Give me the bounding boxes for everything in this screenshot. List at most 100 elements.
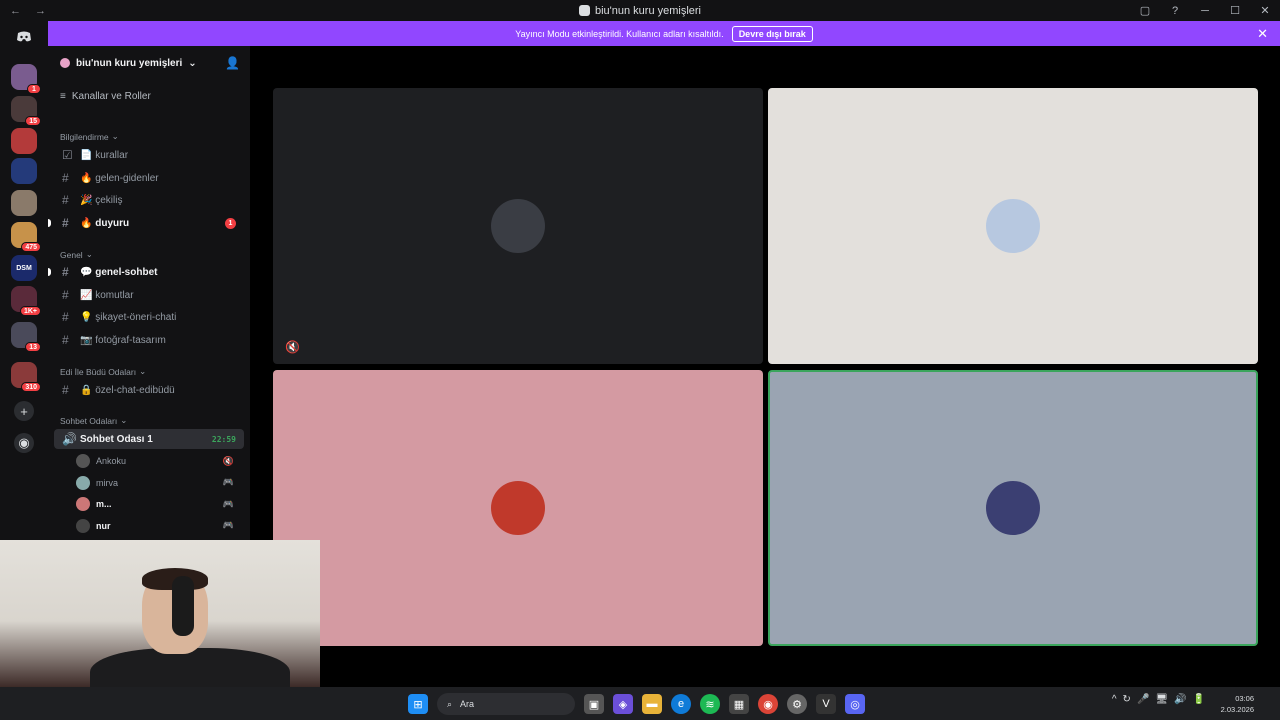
chevron-down-icon: ⌄ bbox=[188, 57, 197, 69]
server-icon[interactable]: DSM bbox=[11, 255, 37, 281]
channel-sikayet[interactable]: # 💡 şikayet-öneri-chati bbox=[54, 307, 244, 327]
forward-arrow-icon[interactable]: → bbox=[35, 5, 46, 17]
sync-icon[interactable]: ↻ bbox=[1123, 694, 1131, 705]
voice-user-name: m... bbox=[96, 499, 112, 509]
mention-badge: 1 bbox=[27, 84, 41, 94]
windows-start-icon[interactable]: ⊞ bbox=[408, 694, 428, 714]
file-explorer-icon[interactable]: ▬ bbox=[642, 694, 662, 714]
channel-kurallar[interactable]: ☑ 📄 kurallar bbox=[54, 145, 244, 165]
voice-channel-sohbet-odasi[interactable]: 🔊 Sohbet Odası 1 22:59 bbox=[54, 429, 244, 449]
add-server-icon[interactable]: + bbox=[14, 401, 34, 421]
taskbar-apps: ⊞ ⌕ Ara ▣ ◈ ▬ e ≋ ▦ ◉ ⚙ V ◎ bbox=[408, 693, 865, 715]
channel-label: Sohbet Odası 1 bbox=[80, 433, 153, 445]
voice-user[interactable]: Ankoku 🔇 bbox=[76, 451, 244, 471]
video-tile[interactable] bbox=[768, 88, 1258, 364]
voice-user[interactable]: m... 🎮 bbox=[76, 494, 244, 514]
settings-icon[interactable]: ⚙ bbox=[787, 694, 807, 714]
chevron-down-icon: ⌄ bbox=[120, 415, 128, 425]
voice-user-name: nur bbox=[96, 520, 111, 531]
store-icon[interactable]: ▦ bbox=[729, 694, 749, 714]
server-icon[interactable]: 310 bbox=[11, 362, 41, 392]
channel-komutlar[interactable]: # 📈 komutlar bbox=[54, 285, 244, 305]
tray-chevron-icon[interactable]: ^ bbox=[1112, 694, 1117, 705]
inbox-icon[interactable]: ▢ bbox=[1130, 0, 1160, 21]
channel-gelen-gidenler[interactable]: # 🔥 gelen-gidenler bbox=[54, 168, 244, 188]
help-icon[interactable]: ? bbox=[1160, 0, 1190, 21]
discord-home-icon[interactable] bbox=[12, 27, 36, 47]
microphone-icon[interactable]: 🎤 bbox=[1137, 694, 1149, 705]
edge-icon[interactable]: e bbox=[671, 694, 691, 714]
network-icon[interactable]: 🖥 bbox=[1155, 694, 1168, 705]
close-icon[interactable]: ✕ bbox=[1257, 26, 1268, 42]
category-edi[interactable]: Edi İle Büdü Odaları ⌄ bbox=[60, 366, 146, 377]
channel-genel-sohbet[interactable]: # 💬 genel-sohbet bbox=[48, 262, 244, 282]
participant-avatar bbox=[491, 199, 545, 253]
channel-label: 🔒 özel-chat-edibüdü bbox=[80, 384, 175, 396]
channel-duyuru[interactable]: # 🔥 duyuru 1 bbox=[48, 213, 244, 233]
category-bilgilendirme[interactable]: Bilgilendirme ⌄ bbox=[60, 131, 119, 142]
video-stage: 🔇 bbox=[250, 46, 1280, 687]
headphones-icon bbox=[172, 576, 194, 636]
hash-icon: # bbox=[62, 265, 69, 279]
taskbar-search[interactable]: ⌕ Ara bbox=[437, 693, 575, 715]
discover-icon[interactable]: ◉ bbox=[14, 433, 34, 453]
video-tile[interactable] bbox=[273, 370, 763, 646]
video-tile-speaking[interactable] bbox=[768, 370, 1258, 646]
back-arrow-icon[interactable]: ← bbox=[10, 5, 21, 17]
battery-icon[interactable]: 🔋 bbox=[1193, 694, 1205, 705]
mention-badge: 13 bbox=[25, 342, 41, 352]
channel-label: 📄 kurallar bbox=[80, 149, 129, 161]
video-tile[interactable]: 🔇 bbox=[273, 88, 763, 364]
hash-icon: # bbox=[62, 333, 69, 347]
voice-user[interactable]: nur 🎮 bbox=[76, 516, 244, 536]
chrome-icon[interactable]: ◉ bbox=[758, 694, 778, 714]
server-icon[interactable]: 13 bbox=[11, 322, 41, 352]
webcam-overlay bbox=[0, 540, 320, 687]
muted-icon: 🔇 bbox=[222, 455, 234, 466]
server-icon[interactable]: 475 bbox=[11, 222, 41, 252]
channel-ozel-chat[interactable]: # 🔒 özel-chat-edibüdü bbox=[54, 380, 244, 400]
window-title: biu'nun kuru yemişleri bbox=[0, 5, 1280, 17]
voice-user[interactable]: mirva 🎮 bbox=[76, 473, 244, 493]
channels-and-roles[interactable]: ≡ Kanallar ve Roller bbox=[60, 91, 151, 102]
activity-icon: 🎮 bbox=[222, 520, 234, 530]
server-icon[interactable]: 1 bbox=[11, 64, 41, 94]
channel-label: 💬 genel-sohbet bbox=[80, 266, 158, 278]
minimize-button[interactable]: ─ bbox=[1190, 0, 1220, 21]
server-icon[interactable] bbox=[11, 190, 37, 216]
vtube-icon[interactable]: V bbox=[816, 694, 836, 714]
voice-user-name: Ankoku bbox=[96, 456, 127, 466]
chevron-down-icon: ⌄ bbox=[111, 131, 119, 141]
maximize-button[interactable]: ☐ bbox=[1220, 0, 1250, 21]
server-icon[interactable]: 1K+ bbox=[11, 286, 41, 316]
volume-icon[interactable]: 🔊 bbox=[1174, 694, 1186, 705]
server-icon[interactable] bbox=[11, 128, 37, 154]
invite-icon[interactable]: 👤 bbox=[225, 56, 240, 70]
category-sohbet[interactable]: Sohbet Odaları ⌄ bbox=[60, 415, 127, 426]
category-genel[interactable]: Genel ⌄ bbox=[60, 249, 93, 260]
copilot-icon[interactable]: ◈ bbox=[613, 694, 633, 714]
server-header[interactable]: biu'nun kuru yemişleri ⌄ 👤 bbox=[48, 46, 250, 80]
disable-streamer-mode-button[interactable]: Devre dışı bırak bbox=[731, 25, 813, 42]
system-tray: ^ ↻ 🎤 🖥 🔊 🔋 bbox=[1112, 694, 1205, 705]
list-icon: ≡ bbox=[60, 91, 66, 102]
channel-cekilis[interactable]: # 🎉 çekiliş bbox=[54, 190, 244, 210]
channel-fotograf[interactable]: # 📷 fotoğraf-tasarım bbox=[54, 330, 244, 350]
speaker-icon: 🔊 bbox=[62, 432, 77, 446]
chevron-down-icon: ⌄ bbox=[139, 366, 147, 376]
task-view-icon[interactable]: ▣ bbox=[584, 694, 604, 714]
chevron-down-icon: ⌄ bbox=[85, 249, 93, 259]
voice-user-name: mirva bbox=[96, 477, 118, 488]
channel-label: 📈 komutlar bbox=[80, 289, 134, 301]
server-icon[interactable]: 15 bbox=[11, 96, 41, 126]
channel-label: 💡 şikayet-öneri-chati bbox=[80, 311, 177, 323]
category-label: Edi İle Büdü Odaları bbox=[60, 366, 137, 377]
discord-icon[interactable]: ◎ bbox=[845, 694, 865, 714]
close-button[interactable]: ✕ bbox=[1250, 0, 1280, 21]
clock[interactable]: 03:06 2.03.2026 bbox=[1221, 693, 1254, 715]
server-icon bbox=[60, 58, 70, 68]
channel-label: 🔥 duyuru bbox=[80, 217, 130, 229]
activity-icon: 🎮 bbox=[222, 477, 234, 487]
spotify-icon[interactable]: ≋ bbox=[700, 694, 720, 714]
server-icon[interactable] bbox=[11, 158, 37, 184]
